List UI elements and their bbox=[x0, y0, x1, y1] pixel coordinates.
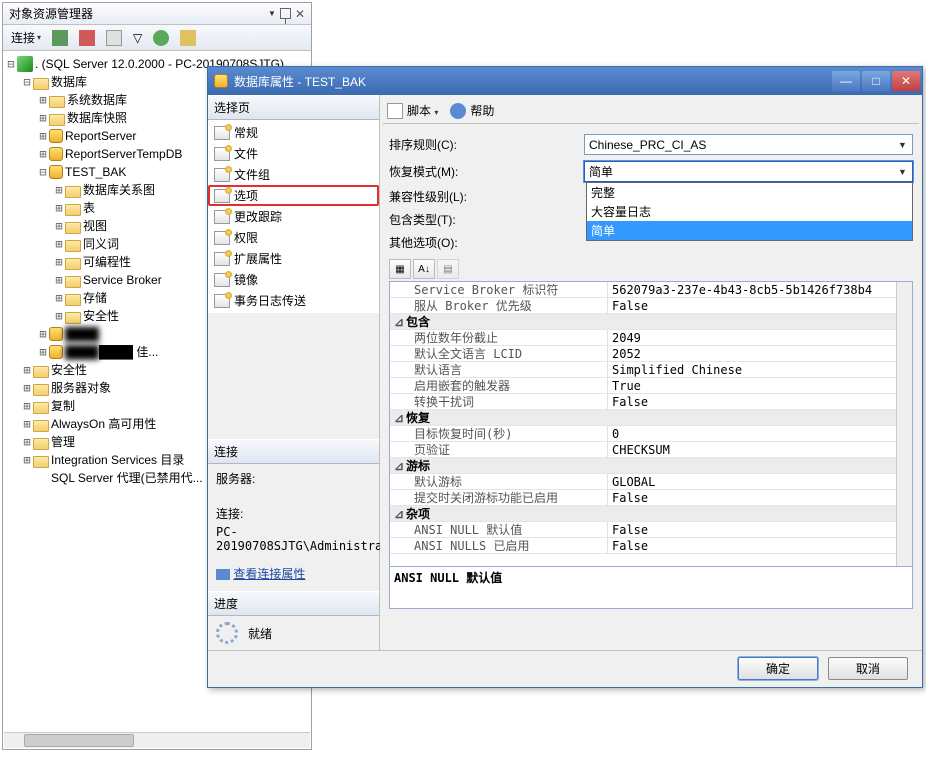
connect-button[interactable]: 连接 ▾ bbox=[7, 27, 45, 48]
page-item-2[interactable]: 文件组 bbox=[208, 164, 379, 185]
grid-row[interactable]: 提交时关闭游标功能已启用False bbox=[390, 490, 912, 506]
command-bar: 脚本 ▾ 帮助 bbox=[383, 98, 919, 124]
page-icon bbox=[214, 168, 230, 182]
toolbar-icon-2[interactable] bbox=[75, 28, 99, 48]
pin-icon[interactable] bbox=[280, 8, 291, 19]
page-icon bbox=[214, 294, 230, 308]
page-item-7[interactable]: 镜像 bbox=[208, 269, 379, 290]
grid-row[interactable]: 服从 Broker 优先级False bbox=[390, 298, 912, 314]
refresh-icon[interactable] bbox=[149, 28, 173, 48]
filter-icon[interactable]: ▽ bbox=[129, 29, 146, 47]
grid-row[interactable]: 启用嵌套的触发器True bbox=[390, 378, 912, 394]
dialog-left-panel: 选择页 常规文件文件组选项更改跟踪权限扩展属性镜像事务日志传送 连接 服务器: … bbox=[208, 95, 380, 650]
progress-header: 进度 bbox=[208, 591, 379, 616]
panel-titlebar: 对象资源管理器 ▼ ✕ bbox=[3, 3, 311, 25]
grid-row[interactable]: 默认语言Simplified Chinese bbox=[390, 362, 912, 378]
db-icon bbox=[214, 74, 228, 88]
page-icon bbox=[214, 210, 230, 224]
page-icon bbox=[214, 273, 230, 287]
horizontal-scrollbar[interactable] bbox=[4, 732, 310, 748]
script-button[interactable]: 脚本 ▾ bbox=[407, 102, 438, 119]
page-icon bbox=[214, 126, 230, 140]
prop-button[interactable]: ▤ bbox=[437, 259, 459, 279]
grid-row[interactable]: 两位数年份截止2049 bbox=[390, 330, 912, 346]
dialog-titlebar[interactable]: 数据库属性 - TEST_BAK — □ ✕ bbox=[208, 67, 922, 95]
toolbar-icon-1[interactable] bbox=[48, 28, 72, 48]
grid-category[interactable]: ⊿游标 bbox=[390, 458, 912, 474]
other-label: 其他选项(O): bbox=[389, 234, 584, 251]
grid-scrollbar[interactable] bbox=[896, 282, 912, 566]
collation-label: 排序规则(C): bbox=[389, 136, 584, 153]
property-grid[interactable]: Service Broker 标识符562079a3-237e-4b43-8cb… bbox=[389, 281, 913, 567]
panel-toolbar: 连接 ▾ ▽ bbox=[3, 25, 311, 51]
collation-combo[interactable]: Chinese_PRC_CI_AS▼ bbox=[584, 134, 913, 155]
panel-title-text: 对象资源管理器 bbox=[9, 3, 93, 25]
grid-row[interactable]: 转换干扰词False bbox=[390, 394, 912, 410]
ok-button[interactable]: 确定 bbox=[738, 657, 818, 680]
spinner-icon bbox=[216, 622, 238, 644]
link-icon bbox=[216, 569, 230, 580]
connection-label: 连接: bbox=[216, 505, 371, 522]
page-item-6[interactable]: 扩展属性 bbox=[208, 248, 379, 269]
toolbar-icon-4[interactable] bbox=[176, 28, 200, 48]
select-page-header: 选择页 bbox=[208, 95, 379, 120]
recovery-label: 恢复模式(M): bbox=[389, 163, 584, 180]
page-item-8[interactable]: 事务日志传送 bbox=[208, 290, 379, 311]
property-description: ANSI NULL 默认值 bbox=[389, 567, 913, 609]
categorize-button[interactable]: ▦ bbox=[389, 259, 411, 279]
page-icon bbox=[214, 231, 230, 245]
connection-info: 服务器: 连接: PC-20190708SJTG\Administrat 查看连… bbox=[208, 464, 379, 591]
help-button[interactable]: 帮助 bbox=[470, 102, 494, 119]
cancel-button[interactable]: 取消 bbox=[828, 657, 908, 680]
script-icon bbox=[387, 103, 403, 119]
grid-category[interactable]: ⊿包含 bbox=[390, 314, 912, 330]
progress-box: 就绪 bbox=[208, 616, 379, 650]
dropdown-option[interactable]: 完整 bbox=[587, 183, 912, 202]
grid-row[interactable]: ANSI NULL 默认值False bbox=[390, 522, 912, 538]
dialog-footer: 确定 取消 bbox=[208, 650, 922, 686]
recovery-dropdown[interactable]: 完整大容量日志简单 bbox=[586, 182, 913, 241]
close-button[interactable]: ✕ bbox=[892, 71, 920, 91]
recovery-combo[interactable]: 简单▼ bbox=[584, 161, 913, 182]
help-icon bbox=[450, 103, 466, 119]
contain-label: 包含类型(T): bbox=[389, 211, 584, 228]
page-list: 常规文件文件组选项更改跟踪权限扩展属性镜像事务日志传送 bbox=[208, 120, 379, 313]
progress-text: 就绪 bbox=[248, 625, 272, 642]
connection-value: PC-20190708SJTG\Administrat bbox=[216, 525, 371, 553]
sort-button[interactable]: A↓ bbox=[413, 259, 435, 279]
minimize-button[interactable]: — bbox=[832, 71, 860, 91]
dropdown-option[interactable]: 简单 bbox=[587, 221, 912, 240]
grid-row[interactable]: 默认游标GLOBAL bbox=[390, 474, 912, 490]
grid-category[interactable]: ⊿恢复 bbox=[390, 410, 912, 426]
grid-category[interactable]: ⊿杂项 bbox=[390, 506, 912, 522]
grid-row[interactable]: 默认全文语言 LCID2052 bbox=[390, 346, 912, 362]
form-area: 排序规则(C):Chinese_PRC_CI_AS▼ 恢复模式(M):简单▼ 完… bbox=[383, 124, 919, 613]
grid-row[interactable]: Service Broker 标识符562079a3-237e-4b43-8cb… bbox=[390, 282, 912, 298]
toolbar-icon-3[interactable] bbox=[102, 28, 126, 48]
page-item-1[interactable]: 文件 bbox=[208, 143, 379, 164]
view-connection-link[interactable]: 查看连接属性 bbox=[233, 567, 305, 581]
db-properties-dialog: 数据库属性 - TEST_BAK — □ ✕ 选择页 常规文件文件组选项更改跟踪… bbox=[207, 66, 923, 688]
dropdown-arrow-icon[interactable]: ▼ bbox=[268, 3, 276, 25]
compat-label: 兼容性级别(L): bbox=[389, 188, 584, 205]
grid-row[interactable]: ANSI NULLS 已启用False bbox=[390, 538, 912, 554]
grid-row[interactable]: 目标恢复时间(秒)0 bbox=[390, 426, 912, 442]
page-item-3[interactable]: 选项 bbox=[208, 185, 379, 206]
server-label: 服务器: bbox=[216, 470, 371, 487]
page-item-5[interactable]: 权限 bbox=[208, 227, 379, 248]
connection-header: 连接 bbox=[208, 439, 379, 464]
grid-toolbar: ▦ A↓ ▤ bbox=[389, 257, 913, 281]
dropdown-option[interactable]: 大容量日志 bbox=[587, 202, 912, 221]
page-icon bbox=[214, 252, 230, 266]
page-item-4[interactable]: 更改跟踪 bbox=[208, 206, 379, 227]
close-icon[interactable]: ✕ bbox=[295, 3, 305, 25]
dialog-title-text: 数据库属性 - TEST_BAK bbox=[234, 73, 366, 90]
page-item-0[interactable]: 常规 bbox=[208, 122, 379, 143]
dialog-right-panel: 脚本 ▾ 帮助 排序规则(C):Chinese_PRC_CI_AS▼ 恢复模式(… bbox=[380, 95, 922, 650]
page-icon bbox=[214, 147, 230, 161]
maximize-button[interactable]: □ bbox=[862, 71, 890, 91]
grid-row[interactable]: 页验证CHECKSUM bbox=[390, 442, 912, 458]
page-icon bbox=[214, 189, 230, 203]
